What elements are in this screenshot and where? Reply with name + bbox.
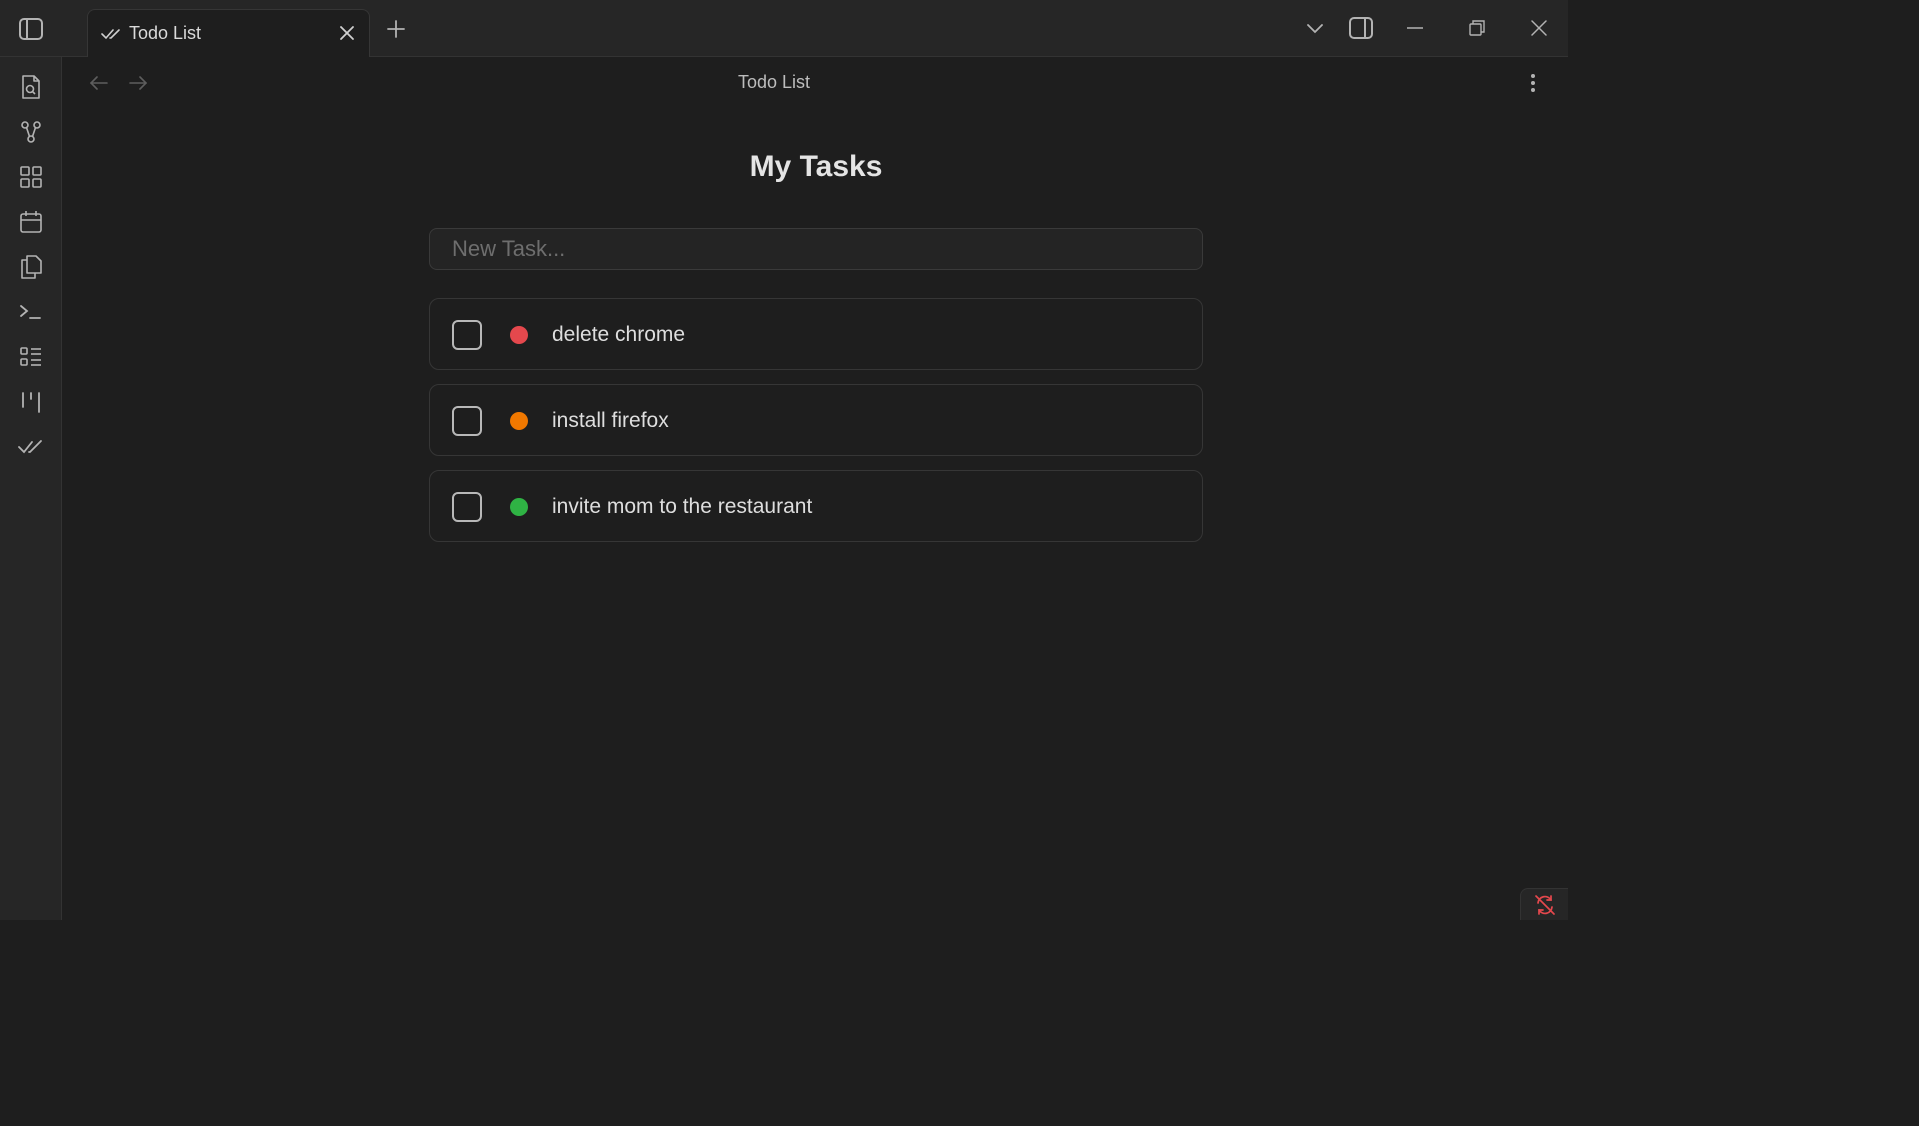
apps-grid-icon[interactable] [15,161,47,193]
app-window: Todo List Todo List My Tasks New Task...… [0,0,1568,920]
toggle-left-sidebar-icon[interactable] [16,14,46,44]
new-tab-icon[interactable] [384,17,408,41]
task-label: invite mom to the restaurant [552,495,813,518]
title-bar: Todo List [0,0,1568,57]
close-tab-icon[interactable] [336,22,358,44]
minimize-icon[interactable] [1404,18,1426,38]
close-window-icon[interactable] [1528,17,1550,39]
task-label: install firefox [552,409,669,432]
task-item: invite mom to the restaurant [429,470,1203,542]
tab-title: Todo List [129,23,202,43]
toggle-right-sidebar-icon[interactable] [1347,14,1375,42]
sync-status[interactable] [1520,888,1568,920]
more-options-icon[interactable] [1522,71,1544,95]
task-checkbox[interactable] [452,406,482,436]
task-label: delete chrome [552,323,686,346]
check-double-icon [101,25,121,43]
list-icon[interactable] [15,341,47,373]
check-double-icon[interactable] [15,431,47,463]
task-item: delete chrome [429,298,1203,370]
priority-dot [510,412,528,430]
task-checkbox[interactable] [452,492,482,522]
task-checkbox[interactable] [452,320,482,350]
terminal-icon[interactable] [15,296,47,328]
tab-todo-list[interactable]: Todo List [87,9,370,57]
page-title: My Tasks [749,150,883,183]
calendar-icon[interactable] [15,206,47,238]
copy-files-icon[interactable] [15,251,47,283]
tab-list-chevron-down-icon[interactable] [1303,18,1327,40]
priority-dot [510,498,528,516]
graph-icon[interactable] [15,116,47,148]
priority-dot [510,326,528,344]
kanban-icon[interactable] [15,386,47,418]
task-item: install firefox [429,384,1203,456]
view-header-title: Todo List [737,72,811,92]
new-task-input[interactable] [429,228,1203,270]
sync-error-icon [1534,894,1555,915]
restore-window-icon[interactable] [1466,17,1488,39]
left-ribbon [0,57,62,920]
